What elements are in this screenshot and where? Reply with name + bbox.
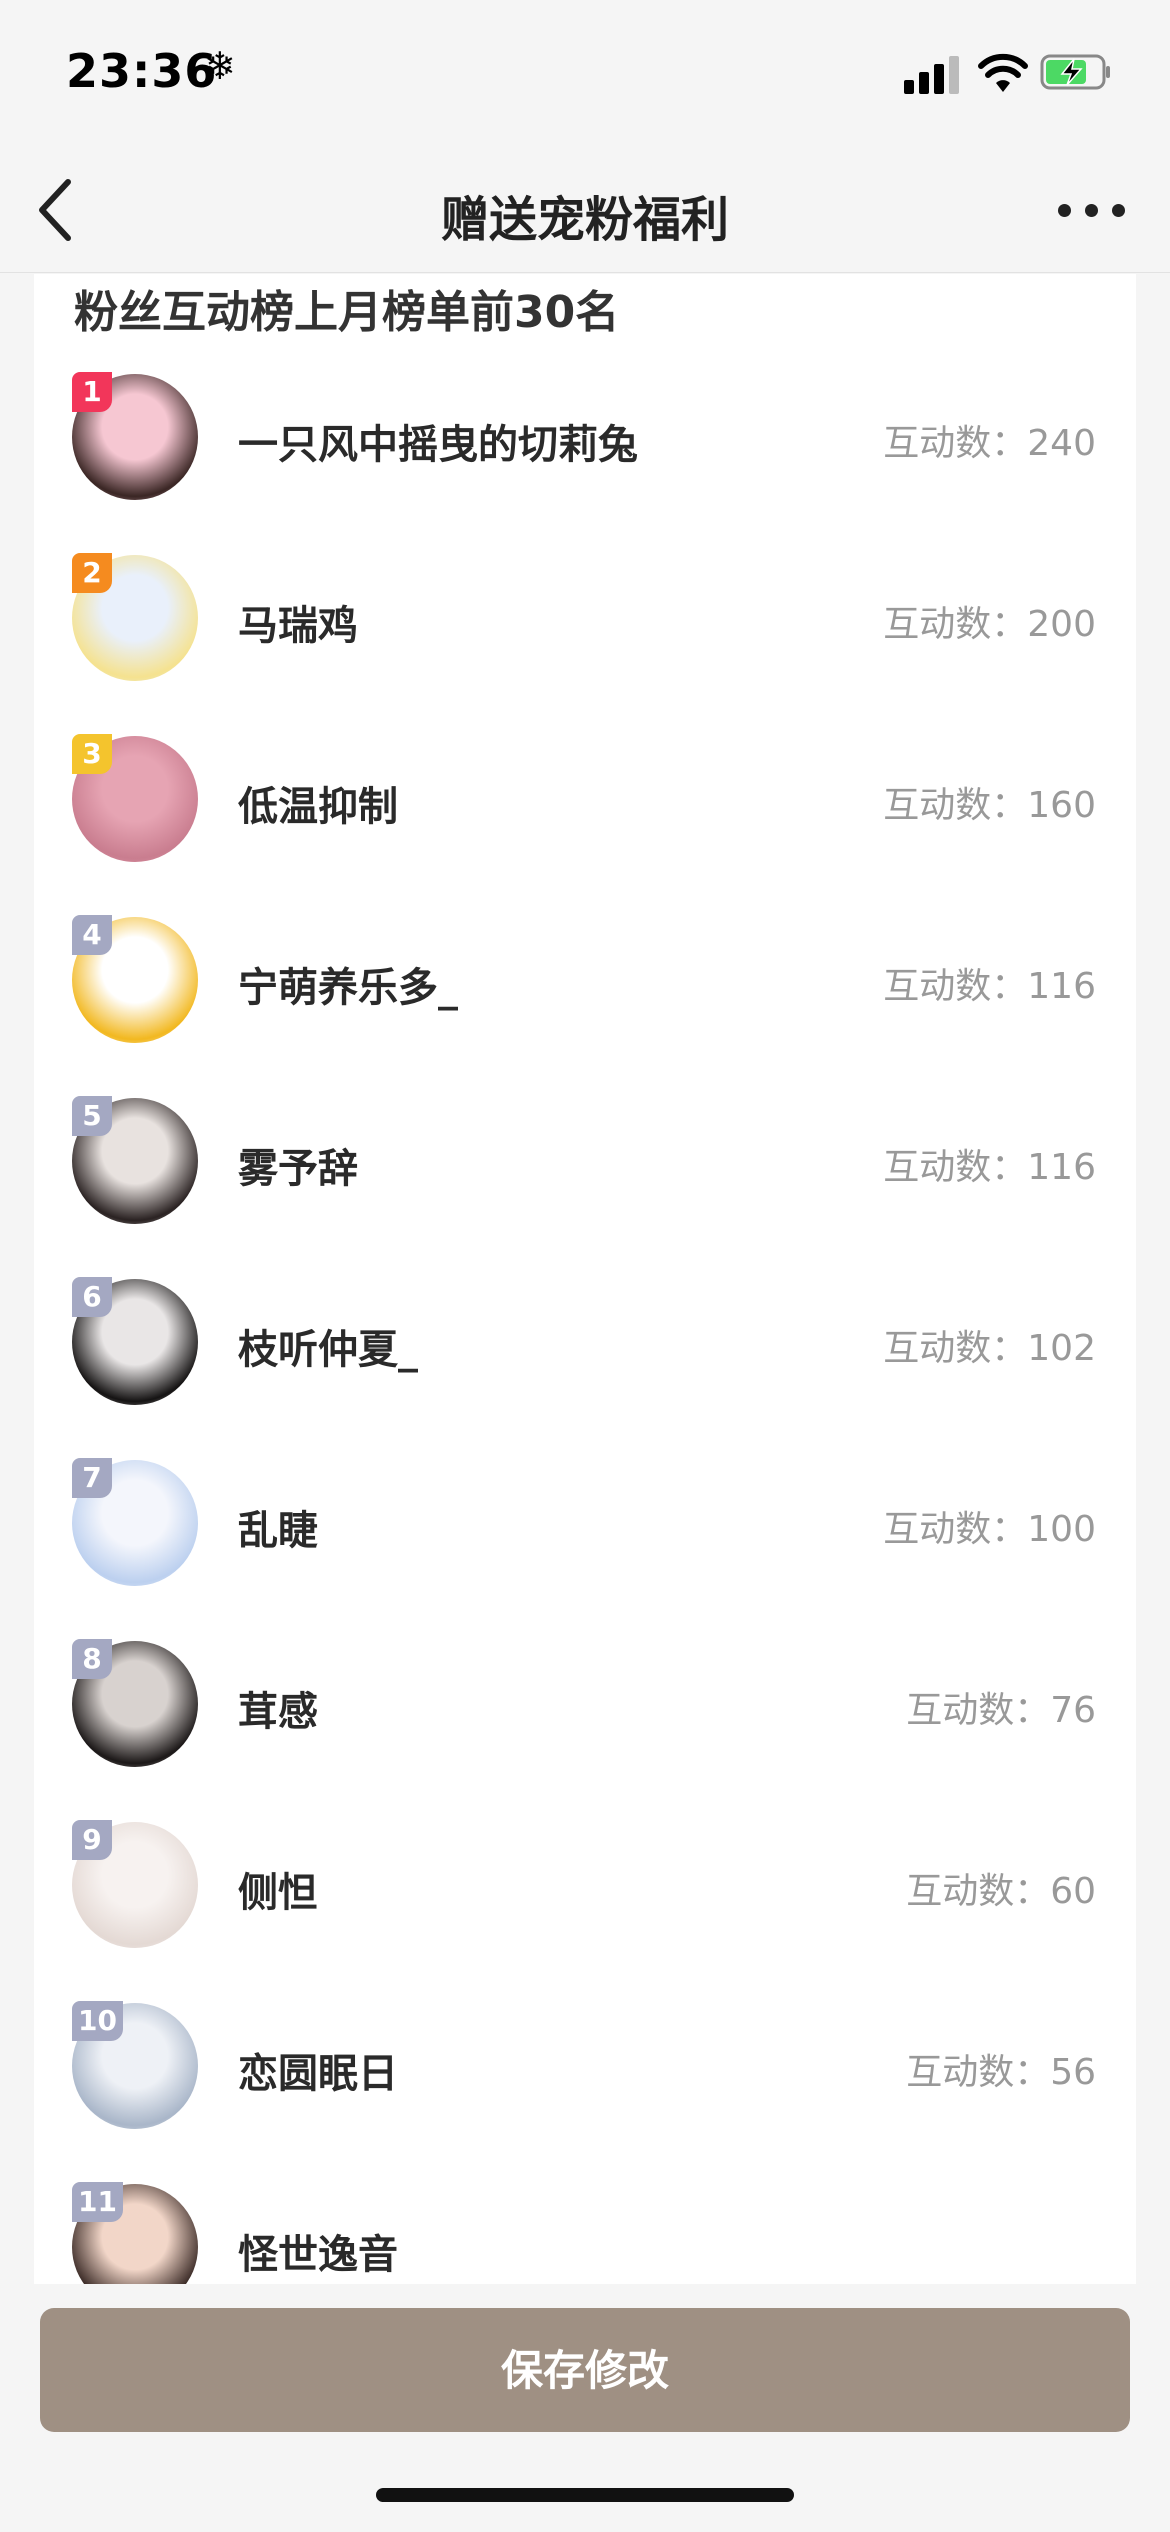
- save-button[interactable]: 保存修改: [40, 2308, 1130, 2432]
- battery-charging-icon: [1040, 54, 1110, 90]
- fan-row[interactable]: 2 马瑞鸡 互动数：200: [34, 553, 1136, 734]
- fan-name: 一只风中摇曳的切莉兔: [238, 422, 638, 468]
- fan-name: 怪世逸音: [238, 2232, 398, 2278]
- status-bar: 23:36 ❄: [0, 0, 1170, 150]
- fan-name: 雾予辞: [238, 1146, 358, 1192]
- fan-row[interactable]: 8 茸感 互动数：76: [34, 1639, 1136, 1820]
- rank-badge: 4: [72, 915, 112, 955]
- snowflake-icon: ❄: [204, 44, 236, 88]
- fan-row[interactable]: 1 一只风中摇曳的切莉兔 互动数：240: [34, 372, 1136, 553]
- fan-row[interactable]: 10 恋圆眠日 互动数：56: [34, 2001, 1136, 2182]
- fan-name: 恋圆眠日: [238, 2051, 398, 2097]
- fan-name: 枝听仲夏_: [238, 1327, 418, 1373]
- rank-badge: 11: [72, 2182, 123, 2222]
- fan-row[interactable]: 11 怪世逸音: [34, 2182, 1136, 2284]
- rank-badge: 5: [72, 1096, 112, 1136]
- status-time: 23:36: [66, 44, 218, 98]
- rank-badge: 7: [72, 1458, 112, 1498]
- fan-ranking-card: 粉丝互动榜上月榜单前30名 1 一只风中摇曳的切莉兔 互动数：240 2 马瑞鸡 互动数：…: [34, 274, 1136, 2284]
- fan-row[interactable]: 5 雾予辞 互动数：116: [34, 1096, 1136, 1277]
- interaction-count: 互动数：100: [883, 1509, 1096, 1550]
- interaction-count: 互动数：116: [883, 1147, 1096, 1188]
- fan-row[interactable]: 9 侧怛 互动数：60: [34, 1820, 1136, 2001]
- fan-name: 宁萌养乐多_: [238, 965, 458, 1011]
- fan-row[interactable]: 3 低温抑制 互动数：160: [34, 734, 1136, 915]
- page-title: 赠送宠粉福利: [440, 192, 729, 248]
- home-indicator: [376, 2488, 794, 2502]
- interaction-count: 互动数：76: [906, 1690, 1096, 1731]
- cellular-signal-icon: [904, 54, 960, 94]
- fan-name: 茸感: [238, 1689, 318, 1735]
- rank-badge: 1: [72, 372, 112, 412]
- fan-row[interactable]: 4 宁萌养乐多_ 互动数：116: [34, 915, 1136, 1096]
- rank-badge: 8: [72, 1639, 112, 1679]
- interaction-count: 互动数：56: [906, 2052, 1096, 2093]
- fan-row[interactable]: 7 乱睫 互动数：100: [34, 1458, 1136, 1639]
- interaction-count: 互动数：116: [883, 966, 1096, 1007]
- interaction-count: 互动数：160: [883, 785, 1096, 826]
- fan-name: 乱睫: [238, 1508, 318, 1554]
- section-title: 粉丝互动榜上月榜单前30名: [74, 287, 620, 338]
- interaction-count: 互动数：102: [883, 1328, 1096, 1369]
- interaction-count: 互动数：200: [883, 604, 1096, 645]
- rank-badge: 9: [72, 1820, 112, 1860]
- rank-badge: 2: [72, 553, 112, 593]
- fan-ranking-list: 1 一只风中摇曳的切莉兔 互动数：240 2 马瑞鸡 互动数：200 3 低温抑制 互动数：16…: [34, 372, 1136, 2284]
- more-dots-icon[interactable]: [1056, 200, 1128, 222]
- interaction-count: 互动数：240: [883, 423, 1096, 464]
- navigation-bar: 赠送宠粉福利: [0, 150, 1170, 273]
- interaction-count: 互动数：60: [906, 1871, 1096, 1912]
- fan-row[interactable]: 6 枝听仲夏_ 互动数：102: [34, 1277, 1136, 1458]
- fan-name: 马瑞鸡: [238, 603, 358, 649]
- rank-badge: 6: [72, 1277, 112, 1317]
- wifi-icon: [978, 53, 1028, 92]
- rank-badge: 10: [72, 2001, 123, 2041]
- fan-name: 低温抑制: [238, 784, 398, 830]
- fan-name: 侧怛: [238, 1870, 318, 1916]
- rank-badge: 3: [72, 734, 112, 774]
